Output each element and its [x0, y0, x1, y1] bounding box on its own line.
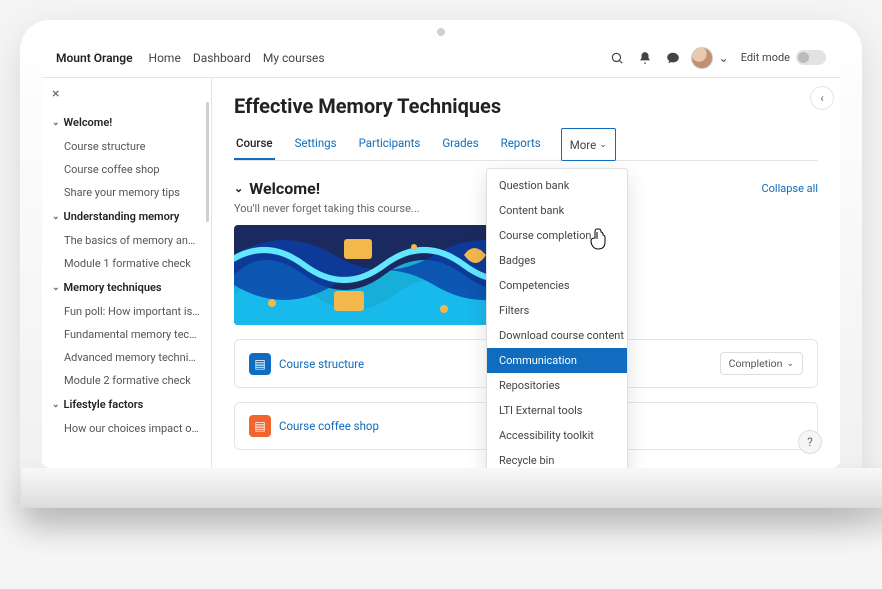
sidebar-item[interactable]: How our choices impact ou...	[42, 417, 211, 440]
section-heading[interactable]: ⌄ Welcome!	[234, 179, 320, 198]
more-menu-item[interactable]: Accessibility toolkit	[487, 423, 627, 448]
sidebar-item[interactable]: Fun poll: How important is ...	[42, 300, 211, 323]
more-menu-item[interactable]: Course completion	[487, 223, 627, 248]
bell-icon[interactable]	[631, 44, 659, 72]
more-menu-item[interactable]: Filters	[487, 298, 627, 323]
sidebar-section-title: Memory techniques	[64, 281, 162, 294]
drawer-toggle-icon[interactable]: ‹	[810, 86, 834, 110]
sidebar-item[interactable]: Course structure	[42, 135, 211, 158]
sidebar-section[interactable]: ⌄ Understanding memory	[42, 204, 211, 229]
top-nav: Mount Orange Home Dashboard My courses ⌄…	[42, 38, 840, 78]
tab-course[interactable]: Course	[234, 128, 275, 160]
brand[interactable]: Mount Orange	[56, 51, 133, 65]
sidebar-section[interactable]: ⌄ Memory techniques	[42, 275, 211, 300]
chevron-down-icon: ⌄	[52, 400, 60, 410]
toggle-icon[interactable]	[796, 50, 826, 65]
welcome-heading: Welcome!	[249, 179, 320, 198]
avatar[interactable]	[691, 47, 713, 69]
more-menu-item[interactable]: Download course content	[487, 323, 627, 348]
sidebar-section[interactable]: ⌄ Welcome!	[42, 110, 211, 135]
tab-participants[interactable]: Participants	[357, 128, 423, 160]
sidebar-section-title: Understanding memory	[64, 210, 180, 223]
chevron-down-icon: ⌄	[786, 359, 794, 369]
more-dropdown: Question bankContent bankCourse completi…	[486, 168, 628, 468]
more-menu-item[interactable]: Recycle bin	[487, 448, 627, 468]
scrollbar[interactable]	[206, 102, 209, 222]
tab-grades[interactable]: Grades	[440, 128, 480, 160]
sidebar-item[interactable]: Course coffee shop	[42, 158, 211, 181]
user-menu-chevron-icon[interactable]: ⌄	[717, 44, 731, 72]
chevron-down-icon: ⌄	[599, 140, 607, 150]
sidebar-item[interactable]: Module 1 formative check	[42, 252, 211, 275]
tab-settings[interactable]: Settings	[293, 128, 339, 160]
more-menu-item[interactable]: Competencies	[487, 273, 627, 298]
more-menu-item[interactable]: LTI External tools	[487, 398, 627, 423]
collapse-all-link[interactable]: Collapse all	[761, 182, 818, 195]
course-sidebar: × ⌄ Welcome! Course structureCourse coffee…	[42, 78, 212, 468]
activity-link[interactable]: Course coffee shop	[279, 419, 379, 433]
more-menu-item[interactable]: Question bank	[487, 173, 627, 198]
page-title: Effective Memory Techniques	[234, 94, 818, 118]
close-icon[interactable]: ×	[42, 78, 211, 110]
chevron-down-icon: ⌄	[52, 212, 60, 222]
more-menu-item[interactable]: Communication	[487, 348, 627, 373]
more-menu-item[interactable]: Badges	[487, 248, 627, 273]
main-content: ‹ Effective Memory Techniques Course Set…	[212, 78, 840, 468]
activity-icon: ▤	[249, 353, 271, 375]
messages-icon[interactable]	[659, 44, 687, 72]
search-icon[interactable]	[603, 44, 631, 72]
tab-more-label: More	[570, 138, 597, 152]
tab-more[interactable]: More ⌄	[561, 128, 616, 161]
sidebar-section[interactable]: ⌄ Lifestyle factors	[42, 392, 211, 417]
sidebar-item[interactable]: The basics of memory and ...	[42, 229, 211, 252]
completion-button[interactable]: Completion ⌄	[720, 352, 803, 375]
nav-my-courses[interactable]: My courses	[263, 51, 325, 65]
help-icon[interactable]: ?	[798, 430, 822, 454]
sidebar-item[interactable]: Module 2 formative check	[42, 369, 211, 392]
activity-icon: ▤	[249, 415, 271, 437]
sidebar-item[interactable]: Advanced memory techniq...	[42, 346, 211, 369]
course-tabs: Course Settings Participants Grades Repo…	[234, 128, 818, 161]
chevron-down-icon: ⌄	[52, 283, 60, 293]
nav-dashboard[interactable]: Dashboard	[193, 51, 251, 65]
more-menu-item[interactable]: Content bank	[487, 198, 627, 223]
hero-image	[234, 225, 524, 325]
chevron-down-icon: ⌄	[52, 118, 60, 128]
activity-link[interactable]: Course structure	[279, 357, 364, 371]
sidebar-item[interactable]: Fundamental memory tech...	[42, 323, 211, 346]
chevron-down-icon: ⌄	[234, 182, 243, 195]
edit-mode-label: Edit mode	[741, 51, 790, 64]
more-menu-item[interactable]: Repositories	[487, 373, 627, 398]
nav-home[interactable]: Home	[149, 51, 181, 65]
sidebar-section-title: Lifestyle factors	[64, 398, 144, 411]
sidebar-item[interactable]: Share your memory tips	[42, 181, 211, 204]
edit-mode-toggle[interactable]: Edit mode	[741, 50, 826, 65]
sidebar-section-title: Welcome!	[64, 116, 113, 129]
tab-reports[interactable]: Reports	[499, 128, 543, 160]
